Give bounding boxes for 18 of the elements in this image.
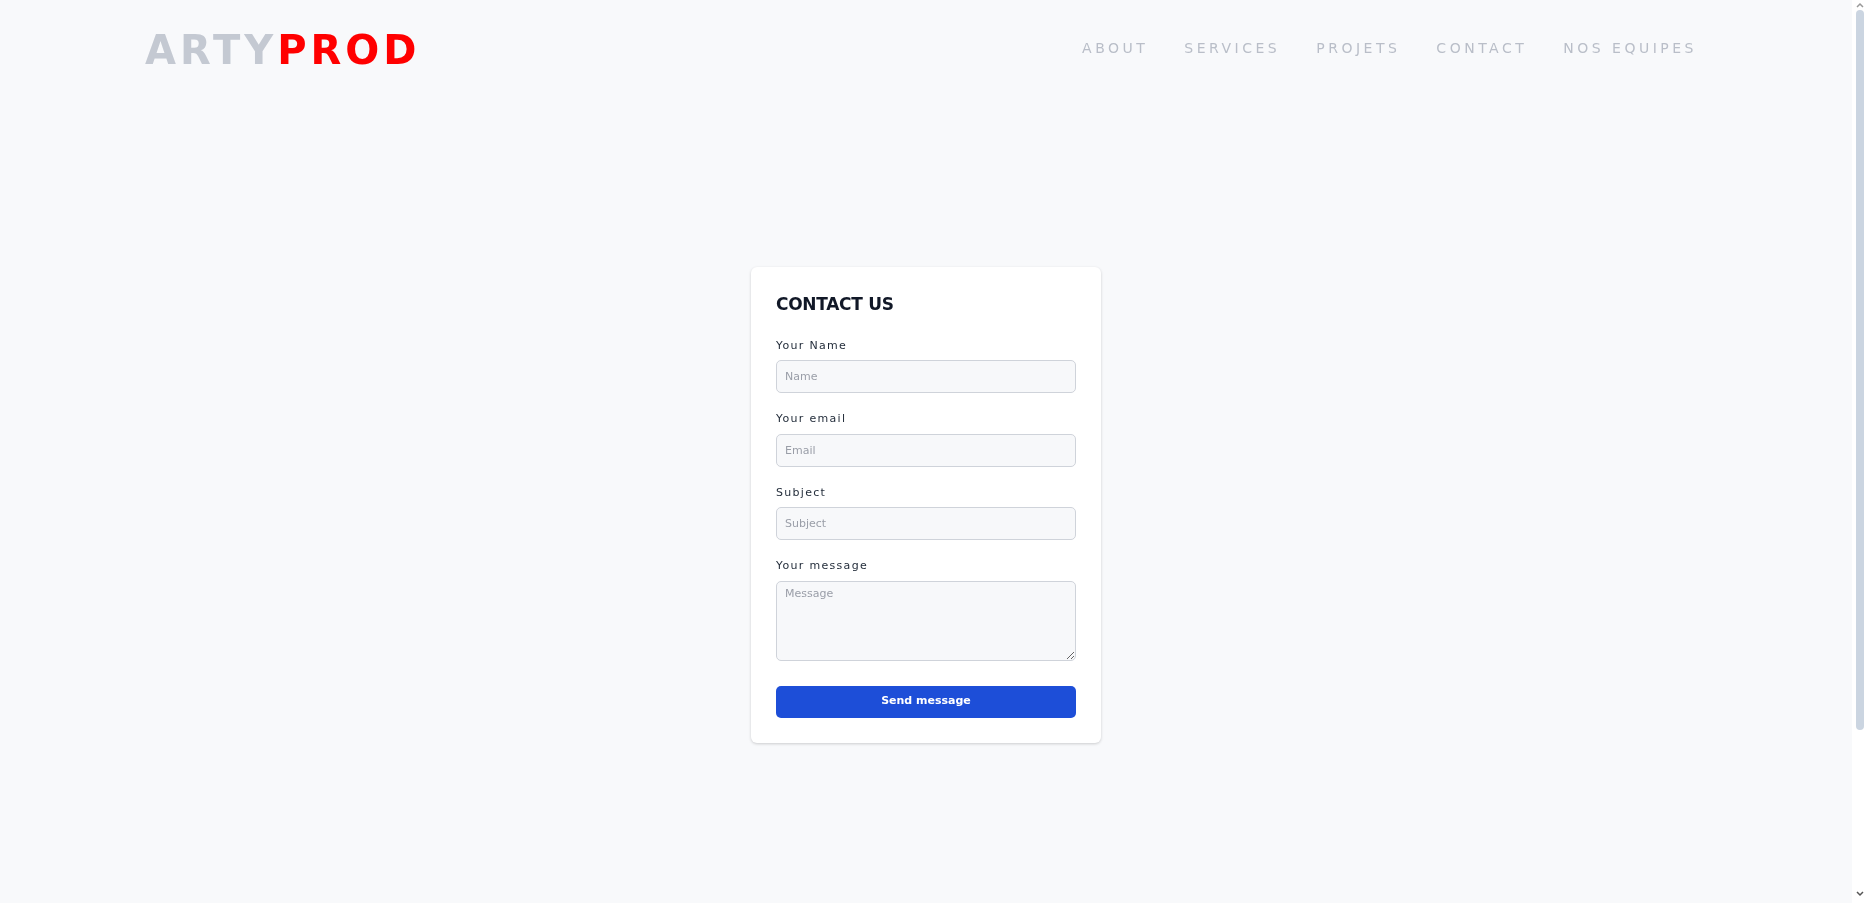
nav-link[interactable]: PROJETS [1316,38,1401,59]
field-label: Your email [776,411,848,427]
form-title: CONTACT US [776,293,895,316]
field-label: Subject [776,484,828,501]
send-button[interactable]: Send message [776,685,1076,718]
nav-link[interactable]: ABOUT [1082,38,1149,59]
nav-link[interactable]: SERVICES [1184,38,1281,59]
scroll-down-icon[interactable] [1854,889,1866,899]
scroll-up-icon[interactable] [1854,0,1866,10]
input-field[interactable]: Email [776,433,1076,467]
field-label: Your message [776,558,869,574]
input-field[interactable]: Name [776,360,1076,393]
nav-link[interactable]: CONTACT [1436,38,1528,59]
scrollbar-thumb[interactable] [1856,10,1864,730]
input-field[interactable]: Subject [776,507,1076,540]
message-field[interactable]: Message [776,580,1076,661]
nav-link[interactable]: NOS EQUIPES [1563,38,1697,59]
field-label: Your Name [776,337,849,354]
